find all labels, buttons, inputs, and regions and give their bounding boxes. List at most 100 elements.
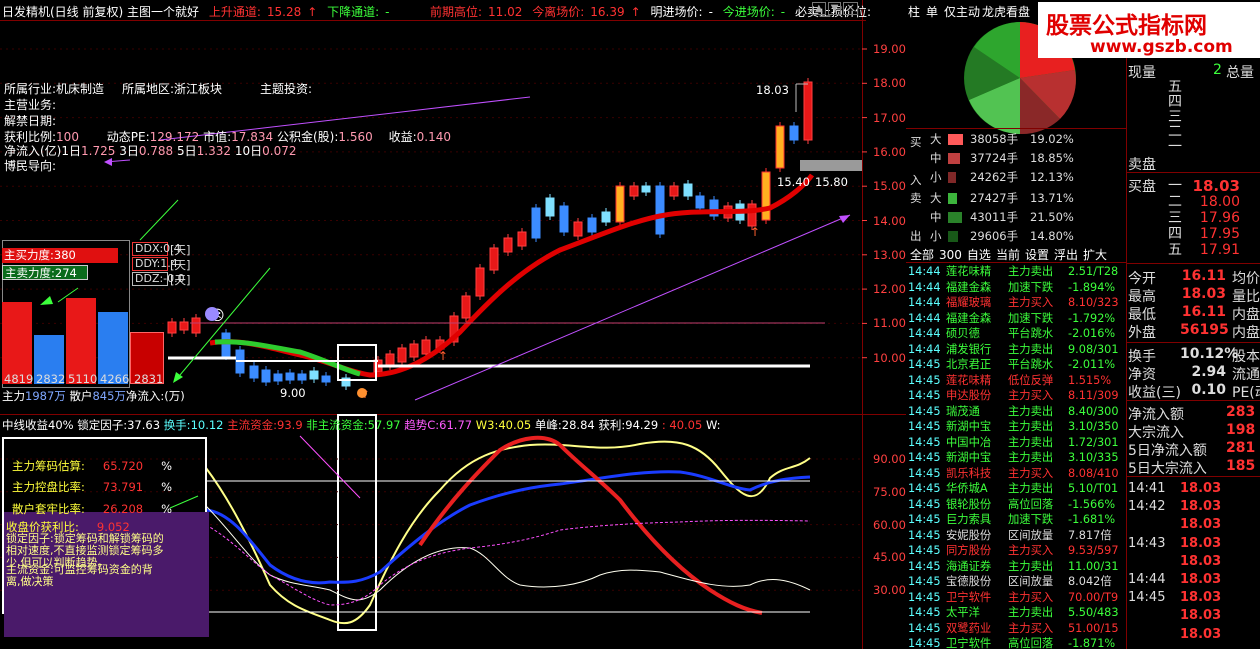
ticker-value: 9.08/3015 [1068,342,1118,356]
bid-row[interactable]: 一 18.03 [1168,178,1260,194]
ticker-row[interactable]: 14:44 福建金森 加速下跌 -1.792% [908,311,1115,327]
ticker-row[interactable]: 14:45 华侨城A 主力卖出 5.10/T016 [908,481,1118,497]
ticker-event: 主力卖出 [1008,559,1054,573]
flow-stat-label: 净流入额 [1128,407,1184,423]
ticker-value: 5.50/4838 [1068,606,1118,619]
ticker-row[interactable]: 14:45 瑞茂通 主力卖出 8.40/3000 [908,404,1118,420]
ask-bid-divider [1126,172,1260,173]
ticker-row[interactable]: 14:45 申达股份 主力买入 8.11/3094 [908,388,1118,404]
bid-row[interactable]: 三 17.96 [1168,210,1260,226]
sell-side-label: 卖盘 [1128,157,1156,173]
ticker-row[interactable]: 14:45 中国中冶 主力卖出 1.72/3010 [908,435,1118,451]
tab-single[interactable]: 单 [926,5,938,19]
ticker-row[interactable]: 14:45 银轮股份 高位回落 -1.566% [908,497,1115,513]
ticker-row[interactable]: 14:45 双鹭药业 主力买入 51.00/1542 [908,621,1118,637]
bid-row[interactable]: 二 18.00 [1168,194,1260,210]
price-axis-label: 11.00 [873,316,906,331]
indicator-axis-label: 60.00 [873,517,906,532]
ticker-value: 8.10/3236 [1068,296,1118,309]
flow-1-value: 1.725 [81,144,116,158]
menu-favorites[interactable]: 自选 [967,248,991,262]
bid-level: 一 [1168,178,1182,194]
buy-side-vertical: 买 [910,135,922,149]
ticker-row[interactable]: 14:45 宝德股份 区间放量 8.042倍 [908,574,1112,590]
ticker-row[interactable]: 14:44 硕贝德 平台跳水 -2.016% [908,326,1115,342]
upper-channel-arrow: ↑ [307,5,318,19]
ticker-row[interactable]: 14:45 巨力索具 加速下跌 -1.681% [908,512,1115,528]
trade-price: 18.03 [1180,572,1222,587]
right-divider-2 [1126,263,1260,264]
flow-bar [948,212,962,223]
main-chip-pct: % [161,459,173,473]
ticker-row[interactable]: 14:45 北京君正 平台跳水 -2.011% [908,357,1115,373]
candle-body [601,211,611,223]
unlock-date-label: 解禁日期: [4,114,57,128]
bid-row[interactable]: 四 17.95 [1168,226,1260,242]
candle-body [629,185,639,197]
ticker-time: 14:45 [908,575,941,588]
scroll-up-icon[interactable]: ▲ [812,2,826,15]
trend-value: 61.77 [439,418,473,432]
lock-factor-value: 37.63 [127,418,161,432]
ticker-row[interactable]: 14:45 海通证券 主力卖出 11.00/3143 [908,559,1118,575]
ticker-row[interactable]: 14:44 福耀玻璃 主力买入 8.10/3236 [908,295,1118,311]
flow-stat-value: 185 [1226,458,1256,474]
candle-body [409,343,419,358]
tab-dragon-tiger[interactable]: 龙虎看盘 [982,5,1030,19]
nonmain-fund-label: 非主流资金: [306,418,368,432]
ticker-row[interactable]: 14:44 莲花味精 主力卖出 2.51/T285 [908,264,1118,280]
candle-body [695,195,705,209]
ticker-value: 1.515% [1068,373,1112,387]
ticker-row[interactable]: 14:45 新湖中宝 主力卖出 3.10/3358 [908,450,1118,466]
menu-current[interactable]: 当前 [996,248,1020,262]
flow-size: 小 [930,170,942,184]
bid-row[interactable]: 五 17.91 [1168,242,1260,258]
trades-divider [1126,476,1260,477]
chip-row-1: 主力筹码估算: 65.720% [12,458,172,474]
ticker-row[interactable]: 14:44 福建金森 加速下跌 -1.894% [908,280,1115,296]
flow-bar [948,134,963,145]
ticker-row[interactable]: 14:45 安妮股份 区间放量 7.817倍 [908,528,1112,544]
flow-stat-label: 5日净流入额 [1128,443,1207,459]
indicator-bar: 中线收益40% 锁定因子:37.63 换手:10.12 主流资金:93.9 非主… [2,417,721,433]
close-icon[interactable]: ✕ [843,2,858,15]
tab-active-only[interactable]: 仅主动 [944,5,980,19]
today-exit-label: 今离场价: [532,5,585,19]
prev-high-label: 前期高位: [430,5,483,19]
menu-expand[interactable]: 扩大 [1083,248,1107,262]
ticker-row[interactable]: 14:45 凯乐科技 主力买入 8.08/4104 [908,466,1118,482]
flow-bar [948,193,957,204]
ticker-value: -1.871% [1068,637,1116,649]
bid-level: 四 [1168,226,1182,242]
ticker-row[interactable]: 14:45 新湖中宝 主力卖出 3.10/3500 [908,419,1118,435]
ticker-row[interactable]: 14:45 卫宁软件 主力买入 70.00/T93 [908,590,1118,606]
ticker-stock-name: 卫宁软件 [946,590,992,604]
ticker-divider [906,262,1126,263]
ticker-row[interactable]: 14:45 太平洋 主力卖出 5.50/4838 [908,605,1118,621]
flow-row: 中 37724手 18.85% [930,150,1126,167]
ticker-row[interactable]: 14:44 浦发银行 主力卖出 9.08/3015 [908,342,1118,358]
chip-row-3: 散户套牢比率: 26.208% [12,501,172,517]
stat2-right-label: 流通 [1232,367,1260,383]
ticker-row[interactable]: 14:45 卫宁软件 高位回落 -1.871% [908,636,1116,649]
price-axis-label: 10.00 [873,350,906,365]
menu-settings[interactable]: 设置 [1025,248,1049,262]
ticker-time: 14:45 [908,420,941,433]
indicator-name: 日发精机(日线 前复权) 主图一个就好 [2,5,199,19]
tab-column[interactable]: 柱 [908,5,920,19]
menu-300[interactable]: 300 [939,248,962,262]
main-buy-value: 380 [53,248,76,262]
trade-time: 14:41 [1128,481,1166,496]
ticker-list[interactable]: 14:44莲花味精主力卖出2.51/T28514:44福建金森加速下跌-1.89… [908,264,1118,649]
trade-price: 18.03 [1180,553,1222,569]
ticker-event: 加速下跌 [1008,513,1054,526]
menu-float[interactable]: 浮出 [1054,248,1078,262]
scroll-down-icon[interactable]: ▼ [827,2,842,15]
ticker-row[interactable]: 14:45 同方股份 主力买入 9.53/5979 [908,543,1118,559]
candle-body [167,321,177,334]
menu-all[interactable]: 全部 [910,248,934,262]
flow-row: 小 24262手 12.13% [930,169,1126,186]
ticker-row[interactable]: 14:45 莲花味精 低位反弹 1.515% [908,373,1112,389]
main-fund-value: 93.9 [277,418,303,432]
stat2-right-label: PE(动 [1232,385,1260,401]
